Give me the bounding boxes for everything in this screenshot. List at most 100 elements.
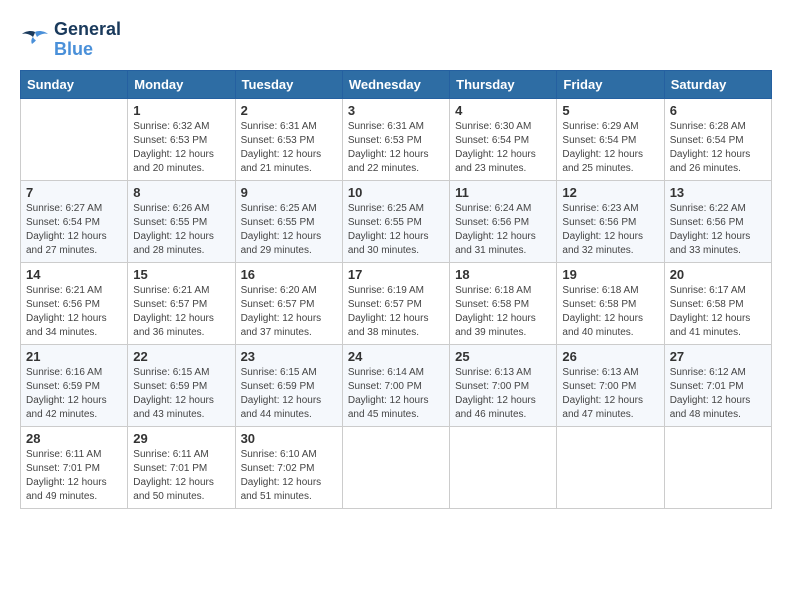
calendar-cell [450,426,557,508]
day-info: Sunrise: 6:28 AM Sunset: 6:54 PM Dayligh… [670,120,766,176]
calendar-week-row: 14 Sunrise: 6:21 AM Sunset: 6:56 PM Dayli… [21,262,772,344]
day-info: Sunrise: 6:14 AM Sunset: 7:00 PM Dayligh… [348,366,444,422]
calendar-cell: 28 Sunrise: 6:11 AM Sunset: 7:01 PM Dayli… [21,426,128,508]
calendar-cell: 22Sunrise: 6:15 AM Sunset: 6:59 PM Dayli… [128,344,235,426]
calendar-cell: 2 Sunrise: 6:31 AM Sunset: 6:53 PM Daylig… [235,98,342,180]
day-info: Sunrise: 6:21 AM Sunset: 6:56 PM Dayligh… [26,284,122,340]
calendar-cell: 13 Sunrise: 6:22 AM Sunset: 6:56 PM Dayli… [664,180,771,262]
calendar-cell: 30 Sunrise: 6:10 AM Sunset: 7:02 PM Dayli… [235,426,342,508]
day-info: Sunrise: 6:24 AM Sunset: 6:56 PM Dayligh… [455,202,551,258]
calendar-cell [664,426,771,508]
day-number: 18 [455,267,551,282]
calendar-cell [21,98,128,180]
logo-icon [20,28,50,52]
calendar-cell: 7 Sunrise: 6:27 AM Sunset: 6:54 PM Daylig… [21,180,128,262]
day-number: 15 [133,267,229,282]
day-number: 20 [670,267,766,282]
day-number: 21 [26,349,122,364]
day-number: 7 [26,185,122,200]
logo: General Blue [20,20,121,60]
day-number: 2 [241,103,337,118]
day-number: 22 [133,349,229,364]
calendar-cell: 14 Sunrise: 6:21 AM Sunset: 6:56 PM Dayli… [21,262,128,344]
day-number: 30 [241,431,337,446]
calendar-cell: 12 Sunrise: 6:23 AM Sunset: 6:56 PM Dayli… [557,180,664,262]
day-info: Sunrise: 6:29 AM Sunset: 6:54 PM Dayligh… [562,120,658,176]
day-number: 28 [26,431,122,446]
calendar-cell: 3Sunrise: 6:31 AM Sunset: 6:53 PM Daylig… [342,98,449,180]
calendar-cell: 23 Sunrise: 6:15 AM Sunset: 6:59 PM Dayli… [235,344,342,426]
day-info: Sunrise: 6:31 AM Sunset: 6:53 PM Dayligh… [241,120,337,176]
column-header-friday: Friday [557,70,664,98]
day-number: 4 [455,103,551,118]
day-number: 24 [348,349,444,364]
day-info: Sunrise: 6:25 AM Sunset: 6:55 PM Dayligh… [348,202,444,258]
day-number: 25 [455,349,551,364]
day-info: Sunrise: 6:20 AM Sunset: 6:57 PM Dayligh… [241,284,337,340]
day-number: 6 [670,103,766,118]
day-info: Sunrise: 6:18 AM Sunset: 6:58 PM Dayligh… [562,284,658,340]
day-number: 19 [562,267,658,282]
calendar-cell: 18 Sunrise: 6:18 AM Sunset: 6:58 PM Dayli… [450,262,557,344]
day-number: 14 [26,267,122,282]
day-info: Sunrise: 6:10 AM Sunset: 7:02 PM Dayligh… [241,448,337,504]
calendar-cell: 19 Sunrise: 6:18 AM Sunset: 6:58 PM Dayli… [557,262,664,344]
calendar-cell: 8Sunrise: 6:26 AM Sunset: 6:55 PM Daylig… [128,180,235,262]
calendar-week-row: 7 Sunrise: 6:27 AM Sunset: 6:54 PM Daylig… [21,180,772,262]
day-number: 27 [670,349,766,364]
calendar-cell: 25 Sunrise: 6:13 AM Sunset: 7:00 PM Dayli… [450,344,557,426]
day-info: Sunrise: 6:17 AM Sunset: 6:58 PM Dayligh… [670,284,766,340]
day-info: Sunrise: 6:27 AM Sunset: 6:54 PM Dayligh… [26,202,122,258]
calendar-cell: 20 Sunrise: 6:17 AM Sunset: 6:58 PM Dayli… [664,262,771,344]
day-number: 17 [348,267,444,282]
column-header-wednesday: Wednesday [342,70,449,98]
day-info: Sunrise: 6:13 AM Sunset: 7:00 PM Dayligh… [455,366,551,422]
calendar-cell: 11 Sunrise: 6:24 AM Sunset: 6:56 PM Dayli… [450,180,557,262]
column-header-sunday: Sunday [21,70,128,98]
day-number: 12 [562,185,658,200]
calendar-cell: 9Sunrise: 6:25 AM Sunset: 6:55 PM Daylig… [235,180,342,262]
day-info: Sunrise: 6:23 AM Sunset: 6:56 PM Dayligh… [562,202,658,258]
calendar-cell: 21 Sunrise: 6:16 AM Sunset: 6:59 PM Dayli… [21,344,128,426]
day-info: Sunrise: 6:22 AM Sunset: 6:56 PM Dayligh… [670,202,766,258]
calendar-cell: 15 Sunrise: 6:21 AM Sunset: 6:57 PM Dayli… [128,262,235,344]
day-number: 13 [670,185,766,200]
calendar-cell: 1 Sunrise: 6:32 AM Sunset: 6:53 PM Daylig… [128,98,235,180]
calendar-cell: 6 Sunrise: 6:28 AM Sunset: 6:54 PM Daylig… [664,98,771,180]
calendar-cell: 26 Sunrise: 6:13 AM Sunset: 7:00 PM Dayli… [557,344,664,426]
day-info: Sunrise: 6:25 AM Sunset: 6:55 PM Dayligh… [241,202,337,258]
day-info: Sunrise: 6:26 AM Sunset: 6:55 PM Dayligh… [133,202,229,258]
day-number: 10 [348,185,444,200]
calendar-week-row: 1 Sunrise: 6:32 AM Sunset: 6:53 PM Daylig… [21,98,772,180]
calendar-week-row: 21 Sunrise: 6:16 AM Sunset: 6:59 PM Dayli… [21,344,772,426]
calendar-header-row: SundayMondayTuesdayWednesdayThursdayFrid… [21,70,772,98]
day-info: Sunrise: 6:12 AM Sunset: 7:01 PM Dayligh… [670,366,766,422]
calendar-cell [557,426,664,508]
calendar-cell [342,426,449,508]
day-info: Sunrise: 6:16 AM Sunset: 6:59 PM Dayligh… [26,366,122,422]
calendar-cell: 24 Sunrise: 6:14 AM Sunset: 7:00 PM Dayli… [342,344,449,426]
day-number: 1 [133,103,229,118]
day-number: 16 [241,267,337,282]
day-info: Sunrise: 6:32 AM Sunset: 6:53 PM Dayligh… [133,120,229,176]
day-number: 26 [562,349,658,364]
column-header-thursday: Thursday [450,70,557,98]
day-info: Sunrise: 6:11 AM Sunset: 7:01 PM Dayligh… [26,448,122,504]
column-header-tuesday: Tuesday [235,70,342,98]
calendar-cell: 10 Sunrise: 6:25 AM Sunset: 6:55 PM Dayli… [342,180,449,262]
calendar-cell: 4 Sunrise: 6:30 AM Sunset: 6:54 PM Daylig… [450,98,557,180]
day-info: Sunrise: 6:18 AM Sunset: 6:58 PM Dayligh… [455,284,551,340]
day-info: Sunrise: 6:30 AM Sunset: 6:54 PM Dayligh… [455,120,551,176]
day-info: Sunrise: 6:21 AM Sunset: 6:57 PM Dayligh… [133,284,229,340]
day-info: Sunrise: 6:15 AM Sunset: 6:59 PM Dayligh… [241,366,337,422]
day-number: 29 [133,431,229,446]
page-header: General Blue [20,20,772,60]
calendar-cell: 17 Sunrise: 6:19 AM Sunset: 6:57 PM Dayli… [342,262,449,344]
day-number: 23 [241,349,337,364]
day-number: 11 [455,185,551,200]
column-header-saturday: Saturday [664,70,771,98]
calendar-cell: 16 Sunrise: 6:20 AM Sunset: 6:57 PM Dayli… [235,262,342,344]
day-info: Sunrise: 6:13 AM Sunset: 7:00 PM Dayligh… [562,366,658,422]
calendar-cell: 29Sunrise: 6:11 AM Sunset: 7:01 PM Dayli… [128,426,235,508]
day-info: Sunrise: 6:19 AM Sunset: 6:57 PM Dayligh… [348,284,444,340]
